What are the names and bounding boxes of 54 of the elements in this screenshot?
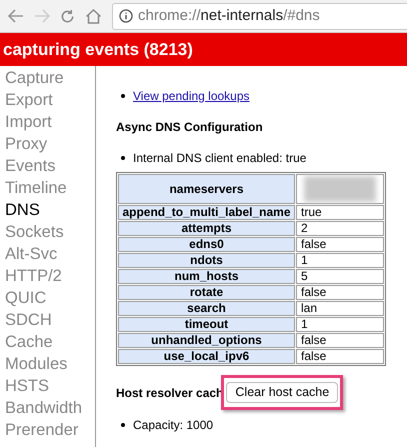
internal-client-text: Internal DNS client enabled: true xyxy=(133,150,306,167)
sidebar-tab[interactable]: Sockets xyxy=(5,221,64,243)
key-cell: use_local_ipv6 xyxy=(118,349,295,364)
value-cell: false xyxy=(296,333,384,348)
sidebar-tab[interactable]: SDCH xyxy=(5,309,52,331)
info-icon[interactable] xyxy=(119,9,133,23)
sidebar-tab[interactable]: Prerender xyxy=(5,419,78,441)
sidebar-tab[interactable]: Import xyxy=(5,111,52,133)
bullet xyxy=(121,423,125,427)
sidebar-tab[interactable]: Timeline xyxy=(5,177,67,199)
sidebar-tab[interactable]: Modules xyxy=(5,353,68,375)
pending-lookups-link[interactable]: View pending lookups xyxy=(133,87,250,105)
async-dns-heading: Async DNS Configuration xyxy=(116,119,263,136)
key-cell: search xyxy=(118,301,295,316)
key-cell: num_hosts xyxy=(118,269,295,284)
key-cell: unhandled_options xyxy=(118,333,295,348)
key-cell: nameservers xyxy=(118,174,295,204)
address-bar[interactable]: chrome://net-internals/#dns xyxy=(112,2,407,30)
reload-icon[interactable] xyxy=(60,8,75,24)
url-text: chrome://net-internals/#dns xyxy=(138,6,320,26)
sidebar-tab[interactable]: Alt-Svc xyxy=(5,243,58,265)
key-cell: edns0 xyxy=(118,237,295,252)
value-cell: false xyxy=(296,237,384,252)
value-cell: false xyxy=(296,285,384,300)
banner-text: capturing events (8213) xyxy=(3,38,193,61)
blurred-value xyxy=(304,176,376,202)
key-cell: attempts xyxy=(118,221,295,236)
capacity-text: Capacity: 1000 xyxy=(133,417,214,434)
clear-host-cache-button[interactable]: Clear host cache xyxy=(226,382,338,403)
sidebar-tab[interactable]: HSTS xyxy=(5,375,50,397)
key-cell: ndots xyxy=(118,253,295,268)
sidebar-tab[interactable]: Proxy xyxy=(5,133,48,155)
sidebar-tab[interactable]: Export xyxy=(5,89,53,111)
value-cell: true xyxy=(296,205,384,220)
sidebar-tab[interactable]: HTTP/2 xyxy=(5,265,62,287)
back-icon[interactable] xyxy=(8,9,24,23)
value-cell: 1 xyxy=(296,253,384,268)
sidebar-tab[interactable]: QUIC xyxy=(5,287,46,309)
value-cell: 2 xyxy=(296,221,384,236)
value-cell: lan xyxy=(296,301,384,316)
sidebar-tab[interactable]: Cache xyxy=(5,331,53,353)
sidebar-tab[interactable]: Events xyxy=(5,155,56,177)
bullet xyxy=(121,156,125,160)
sidebar-tab[interactable]: Bandwidth xyxy=(5,397,82,419)
sidebar-tab[interactable]: DNS xyxy=(5,199,40,221)
sidebar-tab[interactable]: Capture xyxy=(5,67,64,89)
key-cell: append_to_multi_label_name xyxy=(118,205,295,220)
key-cell: timeout xyxy=(118,317,295,332)
value-cell: 1 xyxy=(296,317,384,332)
home-icon[interactable] xyxy=(85,8,102,24)
key-cell: rotate xyxy=(118,285,295,300)
value-cell: 5 xyxy=(296,269,384,284)
value-cell: false xyxy=(296,349,384,364)
bullet xyxy=(121,94,125,98)
